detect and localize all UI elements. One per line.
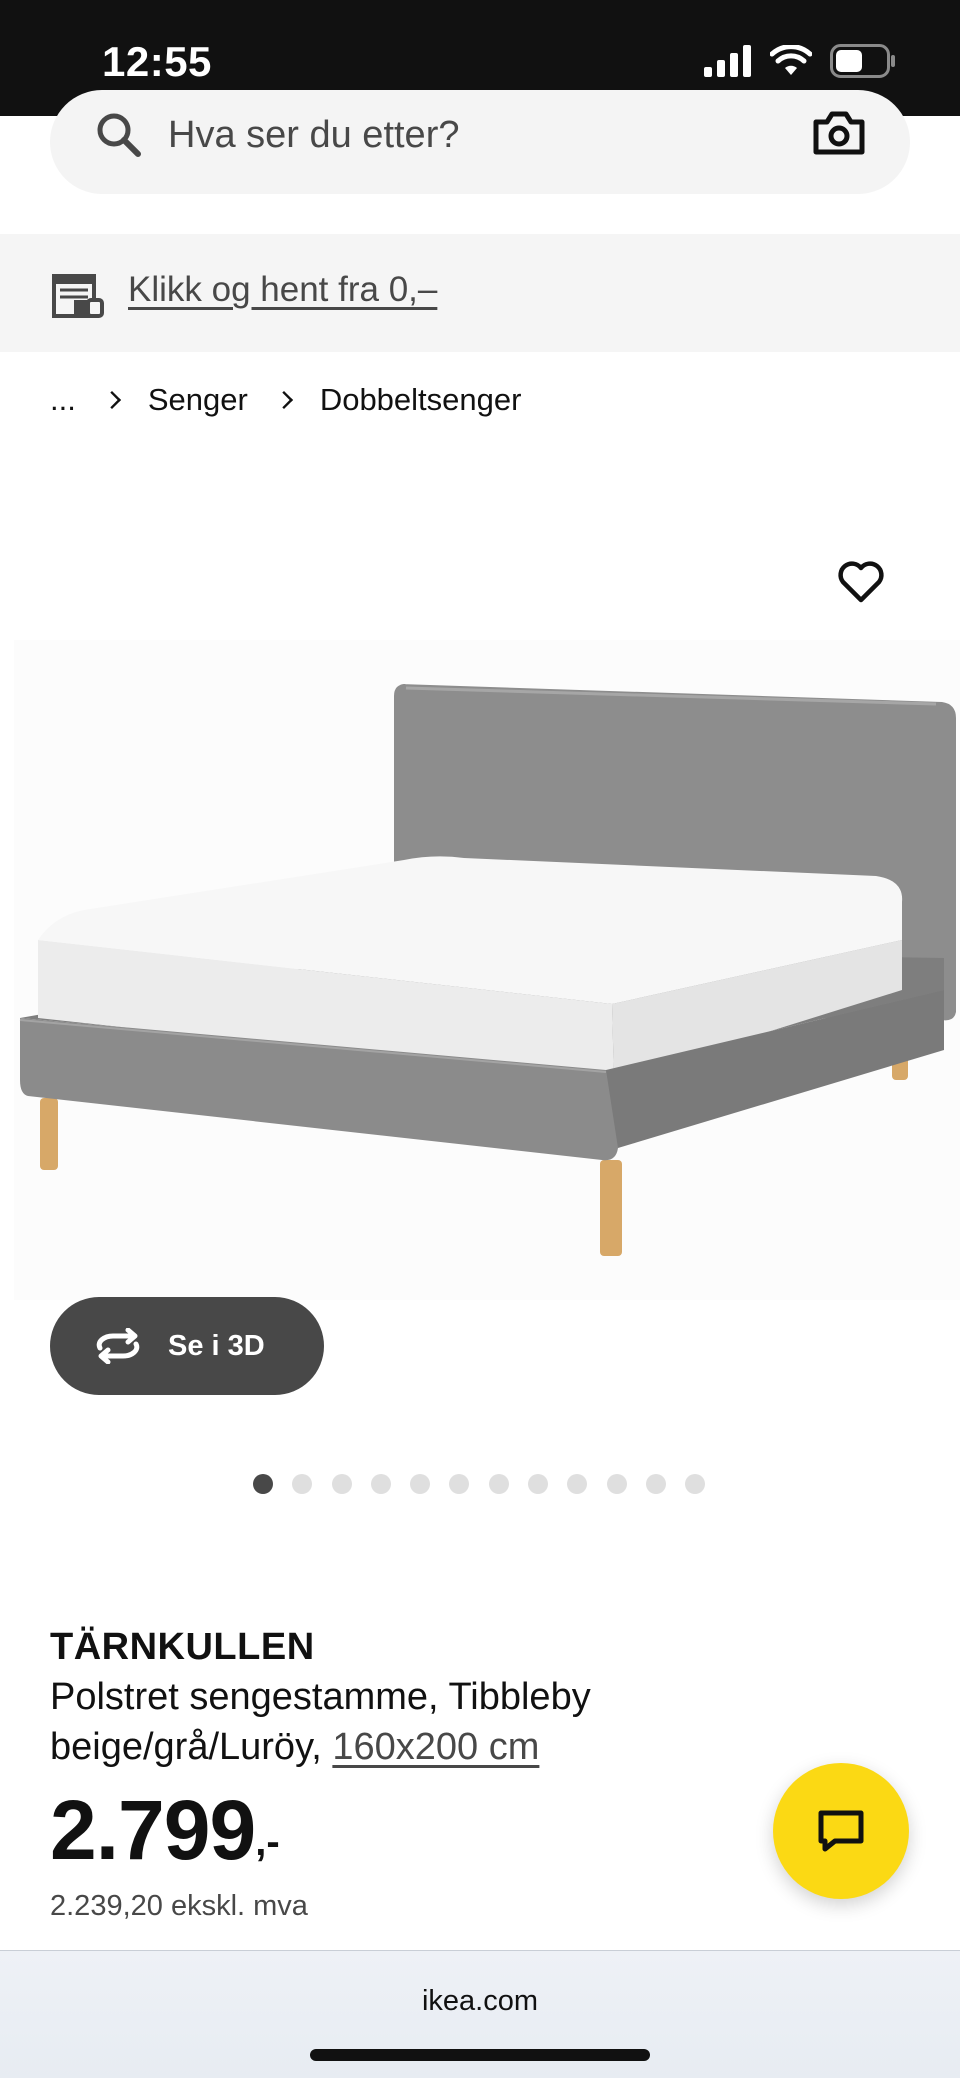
view-in-3d-button[interactable]: Se i 3D	[50, 1297, 324, 1395]
product-size-link[interactable]: 160x200 cm	[332, 1726, 539, 1768]
carousel-dot[interactable]	[528, 1474, 549, 1494]
carousel-dot[interactable]	[488, 1474, 509, 1494]
home-indicator[interactable]	[310, 2049, 650, 2061]
chat-icon	[818, 1810, 864, 1852]
breadcrumb: ... Senger Dobbeltsenger	[50, 382, 521, 418]
search-input[interactable]	[168, 110, 728, 160]
chat-button[interactable]	[773, 1763, 909, 1899]
browser-url[interactable]: ikea.com	[0, 1985, 960, 2018]
click-and-collect-link[interactable]: Klikk og hent fra 0,–	[128, 270, 437, 310]
carousel-dot[interactable]	[449, 1474, 470, 1494]
carousel-dot[interactable]	[567, 1474, 588, 1494]
camera-icon[interactable]	[812, 108, 866, 158]
bed-product-image[interactable]	[14, 640, 960, 1300]
browser-bar: ikea.com	[0, 1950, 960, 2078]
carousel-dot[interactable]	[410, 1474, 431, 1494]
carousel-dot[interactable]	[253, 1474, 273, 1494]
wifi-icon	[770, 45, 812, 75]
carousel-dot[interactable]	[331, 1474, 352, 1494]
chevron-right-icon	[274, 390, 293, 410]
view-in-3d-label: Se i 3D	[168, 1329, 265, 1362]
click-and-collect-banner[interactable]: Klikk og hent fra 0,–	[0, 234, 960, 352]
status-time: 12:55	[102, 38, 212, 85]
carousel-dot[interactable]	[606, 1474, 627, 1494]
carousel-dot[interactable]	[645, 1474, 666, 1494]
carousel-dot[interactable]	[292, 1474, 313, 1494]
breadcrumb-item-double-beds[interactable]: Dobbeltsenger	[320, 382, 522, 418]
heart-icon[interactable]	[836, 558, 886, 606]
signal-icon	[704, 45, 751, 77]
product-price: 2.799 ,-	[50, 1782, 280, 1879]
product-description: Polstret sengestamme, Tibbleby beige/grå…	[50, 1672, 750, 1772]
carousel-dot[interactable]	[685, 1474, 706, 1494]
carousel-dots	[253, 1474, 706, 1494]
price-excl-vat: 2.239,20 ekskl. mva	[50, 1890, 308, 1922]
status-icons	[704, 44, 896, 78]
battery-icon	[830, 44, 895, 78]
price-main: 2.799	[50, 1783, 256, 1877]
store-pickup-icon	[52, 274, 104, 318]
search-icon[interactable]	[94, 110, 144, 160]
breadcrumb-item-more[interactable]: ...	[50, 382, 76, 418]
search-bar[interactable]	[50, 90, 910, 194]
carousel-dot[interactable]	[370, 1474, 391, 1494]
rotate-3d-icon	[96, 1328, 140, 1364]
product-name: TÄRNKULLEN	[50, 1626, 315, 1668]
price-suffix: ,-	[255, 1820, 280, 1864]
chevron-right-icon	[102, 390, 121, 410]
breadcrumb-item-beds[interactable]: Senger	[148, 382, 248, 418]
